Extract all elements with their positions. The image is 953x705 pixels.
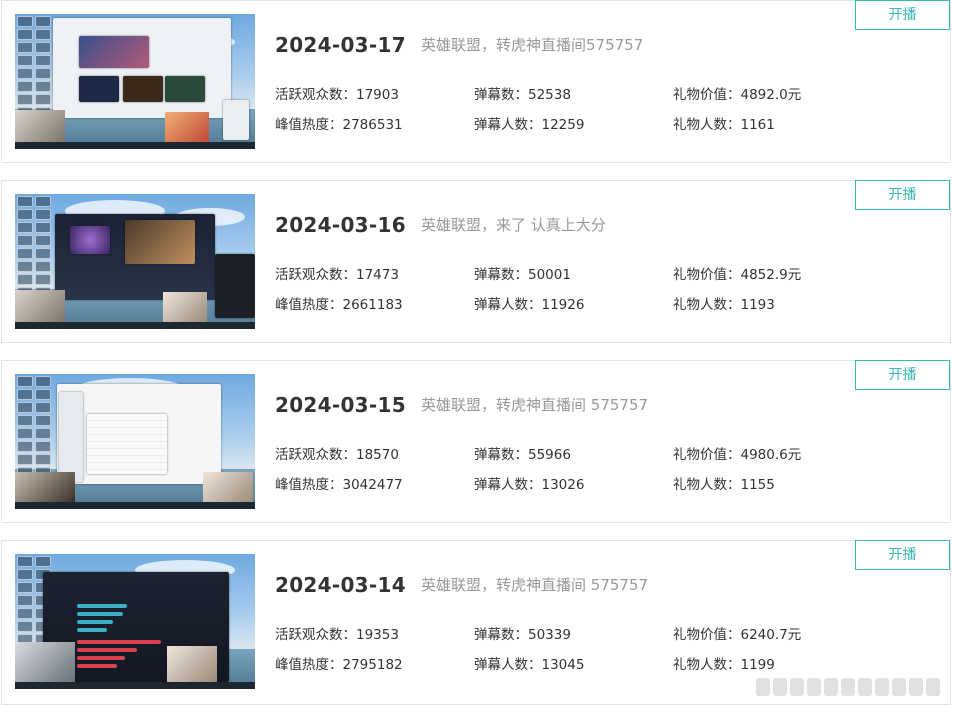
watermark (756, 678, 940, 696)
stream-title: 英雄联盟，转虎神直播间 575757 (421, 396, 649, 414)
danmaku-count: 弹幕数：50339 (474, 627, 571, 643)
stream-record-card: 2024-03-16 英雄联盟，来了 认真上大分 活跃观众数：17473 峰值热… (1, 180, 951, 343)
gift-users: 礼物人数：1161 (673, 117, 775, 133)
stream-title: 英雄联盟，转虎神直播间575757 (421, 36, 644, 54)
gift-value: 礼物价值：4892.0元 (673, 87, 802, 103)
stream-date: 2024-03-17 (275, 33, 406, 57)
stream-thumbnail[interactable] (15, 374, 255, 509)
danmaku-count: 弹幕数：50001 (474, 267, 571, 283)
peak-heat: 峰值热度：2795182 (275, 657, 403, 673)
danmaku-users: 弹幕人数：11926 (474, 297, 585, 313)
gift-value: 礼物价值：4980.6元 (673, 447, 802, 463)
stream-title: 英雄联盟，来了 认真上大分 (421, 216, 606, 234)
active-viewers: 活跃观众数：18570 (275, 447, 399, 463)
active-viewers: 活跃观众数：17473 (275, 267, 399, 283)
stream-record-card: 2024-03-14 英雄联盟，转虎神直播间 575757 活跃观众数：1935… (1, 540, 951, 705)
danmaku-users: 弹幕人数：13045 (474, 657, 585, 673)
gift-users: 礼物人数：1199 (673, 657, 775, 673)
peak-heat: 峰值热度：2786531 (275, 117, 403, 133)
gift-users: 礼物人数：1155 (673, 477, 775, 493)
peak-heat: 峰值热度：3042477 (275, 477, 403, 493)
stream-thumbnail[interactable] (15, 14, 255, 149)
gift-users: 礼物人数：1193 (673, 297, 775, 313)
stream-record-card: 2024-03-15 英雄联盟，转虎神直播间 575757 活跃观众数：1857… (1, 360, 951, 523)
stream-date: 2024-03-14 (275, 573, 406, 597)
stream-thumbnail[interactable] (15, 554, 255, 689)
start-stream-button[interactable]: 开播 (855, 0, 950, 30)
gift-value: 礼物价值：6240.7元 (673, 627, 802, 643)
danmaku-count: 弹幕数：52538 (474, 87, 571, 103)
danmaku-count: 弹幕数：55966 (474, 447, 571, 463)
start-stream-button[interactable]: 开播 (855, 180, 950, 210)
active-viewers: 活跃观众数：19353 (275, 627, 399, 643)
stream-thumbnail[interactable] (15, 194, 255, 329)
danmaku-users: 弹幕人数：12259 (474, 117, 585, 133)
peak-heat: 峰值热度：2661183 (275, 297, 403, 313)
stream-record-card: 2024-03-17 英雄联盟，转虎神直播间575757 活跃观众数：17903… (1, 0, 951, 163)
danmaku-users: 弹幕人数：13026 (474, 477, 585, 493)
stream-date: 2024-03-15 (275, 393, 406, 417)
stream-date: 2024-03-16 (275, 213, 406, 237)
stream-history-list: 2024-03-17 英雄联盟，转虎神直播间575757 活跃观众数：17903… (0, 0, 953, 705)
active-viewers: 活跃观众数：17903 (275, 87, 399, 103)
stream-title: 英雄联盟，转虎神直播间 575757 (421, 576, 649, 594)
gift-value: 礼物价值：4852.9元 (673, 267, 802, 283)
start-stream-button[interactable]: 开播 (855, 540, 950, 570)
start-stream-button[interactable]: 开播 (855, 360, 950, 390)
